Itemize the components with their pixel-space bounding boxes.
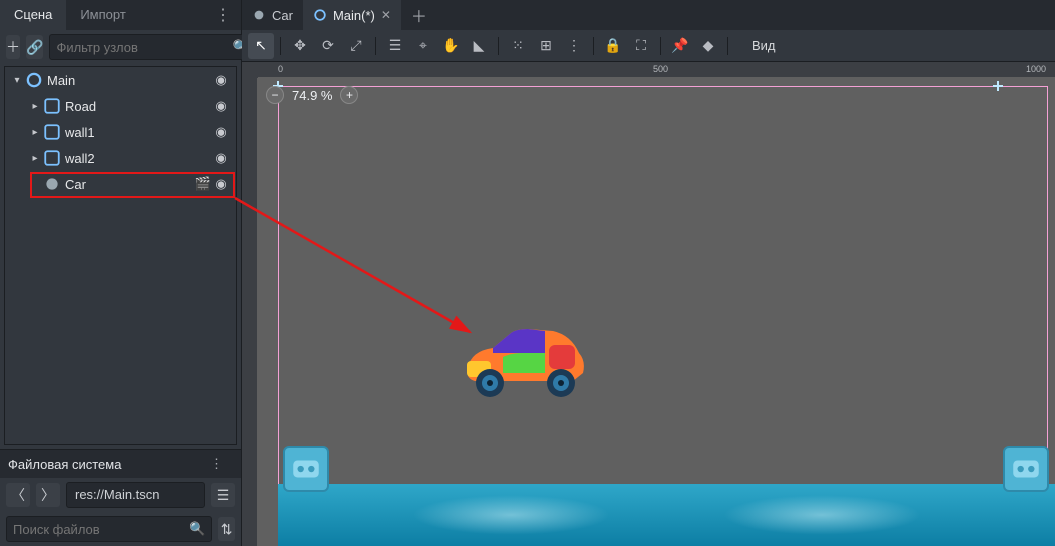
filesystem-panel: Файловая система ⋮ 〈 〉 res://Main.tscn ☰…: [0, 449, 241, 546]
separator: [660, 37, 661, 55]
wall1-sprite: [283, 446, 329, 492]
node-filter-input[interactable]: 🔍: [49, 34, 255, 60]
zoom-value: 74.9 %: [292, 88, 332, 103]
separator: [280, 37, 281, 55]
wall2-sprite: [1003, 446, 1049, 492]
tree-node-label: wall2: [65, 151, 212, 166]
visibility-icon[interactable]: ◉: [212, 150, 230, 166]
ruler-mark: 0: [278, 64, 283, 74]
lock-icon[interactable]: 🔒: [600, 33, 626, 59]
tree-node-label: Car: [65, 177, 194, 192]
separator: [727, 37, 728, 55]
anim-key-icon[interactable]: ◆: [695, 33, 721, 59]
visibility-icon[interactable]: ◉: [212, 98, 230, 114]
tree-node-main[interactable]: ▾ Main ◉: [5, 67, 236, 93]
chevron-right-icon[interactable]: ▸: [27, 153, 43, 164]
visibility-icon[interactable]: ◉: [212, 72, 230, 88]
select-tool-icon[interactable]: ↖: [248, 33, 274, 59]
doc-tab-label: Car: [272, 8, 293, 23]
visibility-icon[interactable]: ◉: [212, 124, 230, 140]
road-sprite: [278, 484, 1055, 546]
separator: [375, 37, 376, 55]
node-filter-field[interactable]: [56, 40, 232, 55]
doc-tab-car[interactable]: Car: [242, 0, 303, 30]
file-search-field[interactable]: [13, 522, 189, 537]
open-scene-icon[interactable]: 🎬: [194, 176, 212, 192]
file-search-input[interactable]: 🔍: [6, 516, 212, 542]
ruler-mark: 1000: [1026, 64, 1046, 74]
doc-tab-main[interactable]: Main(*) ✕: [303, 0, 401, 30]
tree-node-label: wall1: [65, 125, 212, 140]
group-icon[interactable]: ⛶: [628, 33, 654, 59]
tree-node-label: Road: [65, 99, 212, 114]
static-body-icon: [43, 149, 61, 167]
search-icon: 🔍: [189, 521, 205, 537]
scene-tree: ▾ Main ◉ ▸ Road ◉ ▸ wall1 ◉ ▸ wall2: [4, 66, 237, 445]
doc-tab-label: Main(*): [333, 8, 375, 23]
static-body-icon: [43, 123, 61, 141]
separator: [593, 37, 594, 55]
nav-back-button[interactable]: 〈: [6, 483, 30, 507]
grid-snap-icon[interactable]: ⊞: [533, 33, 559, 59]
chevron-right-icon[interactable]: ▸: [27, 127, 43, 138]
ruler-horizontal: 0 500 1000: [258, 62, 1055, 78]
chevron-down-icon[interactable]: ▾: [9, 75, 25, 86]
rotate-tool-icon[interactable]: ⟳: [315, 33, 341, 59]
scene-instance-icon: [43, 175, 61, 193]
list-tool-icon[interactable]: ☰: [382, 33, 408, 59]
link-node-button[interactable]: 🔗: [26, 35, 43, 59]
filesystem-title: Файловая система: [8, 457, 121, 472]
zoom-control: − 74.9 % +: [266, 86, 358, 104]
filesystem-path[interactable]: res://Main.tscn: [66, 482, 205, 508]
tree-node-road[interactable]: ▸ Road ◉: [5, 93, 236, 119]
scene-tab-menu-icon[interactable]: ⋮: [205, 5, 241, 25]
separator: [498, 37, 499, 55]
ruler-vertical: [242, 78, 258, 546]
filesystem-menu-icon[interactable]: ⋮: [200, 456, 233, 472]
node2d-icon: [25, 71, 43, 89]
view-menu-button[interactable]: Вид: [740, 33, 788, 59]
ruler-tool-icon[interactable]: ◣: [466, 33, 492, 59]
camera-border: [278, 86, 1048, 486]
selection-handle[interactable]: [993, 81, 1003, 91]
document-tabs: Car Main(*) ✕ ＋: [242, 0, 1055, 30]
snap-options-icon[interactable]: ⁙: [505, 33, 531, 59]
split-view-button[interactable]: ☰: [211, 483, 235, 507]
tab-import[interactable]: Импорт: [66, 0, 139, 30]
tree-node-wall2[interactable]: ▸ wall2 ◉: [5, 145, 236, 171]
tree-node-car[interactable]: Car 🎬 ◉: [5, 171, 236, 197]
pivot-tool-icon[interactable]: ⌖: [410, 33, 436, 59]
tab-scene[interactable]: Сцена: [0, 0, 66, 30]
add-tab-button[interactable]: ＋: [401, 3, 437, 27]
static-body-icon: [43, 97, 61, 115]
car-sprite[interactable]: [453, 323, 593, 403]
scene-tabs: Сцена Импорт ⋮: [0, 0, 241, 30]
canvas-viewport[interactable]: 0 500 1000: [242, 62, 1055, 546]
pan-tool-icon[interactable]: ✋: [438, 33, 464, 59]
ruler-mark: 500: [653, 64, 668, 74]
nav-forward-button[interactable]: 〉: [36, 483, 60, 507]
scene-toolbar: ＋ 🔗 🔍: [0, 30, 241, 64]
move-tool-icon[interactable]: ✥: [287, 33, 313, 59]
canvas-toolbar: ↖ ✥ ⟳ ⤢ ☰ ⌖ ✋ ◣ ⁙ ⊞ ⋮ 🔒 ⛶ 📌 ◆ Вид: [242, 30, 1055, 62]
bone-icon[interactable]: 📌: [667, 33, 693, 59]
tree-node-wall1[interactable]: ▸ wall1 ◉: [5, 119, 236, 145]
visibility-icon[interactable]: ◉: [212, 176, 230, 192]
zoom-in-button[interactable]: +: [340, 86, 358, 104]
zoom-out-button[interactable]: −: [266, 86, 284, 104]
scale-tool-icon[interactable]: ⤢: [343, 33, 369, 59]
add-node-button[interactable]: ＋: [6, 35, 20, 59]
close-icon[interactable]: ✕: [381, 8, 391, 22]
tree-node-label: Main: [47, 73, 212, 88]
ruler-corner: [242, 62, 258, 78]
snap-menu-icon[interactable]: ⋮: [561, 33, 587, 59]
chevron-right-icon[interactable]: ▸: [27, 101, 43, 112]
sort-button[interactable]: ⇅: [218, 517, 235, 541]
